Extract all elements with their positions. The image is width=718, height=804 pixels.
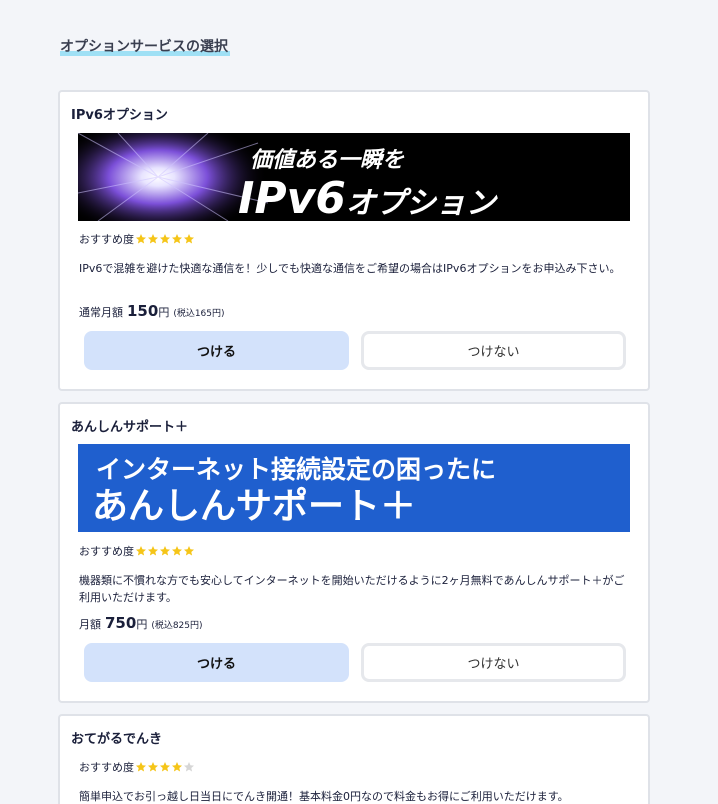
star-icon (184, 546, 194, 556)
star-icon (184, 762, 194, 772)
option-title: あんしんサポート＋ (71, 420, 189, 435)
skip-option-button[interactable]: つけない (361, 331, 626, 370)
option-card-otegaru-denki: おてがるでんき おすすめ度 簡単申込でお引っ越し日当日にでんき開通！基本料金0円… (58, 714, 650, 804)
price-unit: 円 (136, 618, 148, 631)
skip-option-button[interactable]: つけない (361, 643, 626, 682)
star-rating (135, 233, 195, 245)
option-description: 機器類に不慣れな方でも安心してインターネットを開始いただけるように2ヶ月無料であ… (79, 574, 625, 604)
option-price: 月額 750 円 (税込825円) (79, 614, 203, 632)
page-title: オプションサービスの選択 (60, 39, 230, 56)
add-option-button[interactable]: つける (84, 643, 349, 682)
recommend-rating: おすすめ度 (79, 231, 195, 247)
banner-line2-a: IPv6 (238, 173, 346, 221)
recommend-rating: おすすめ度 (79, 543, 195, 559)
star-icon (148, 234, 158, 244)
recommend-rating: おすすめ度 (79, 759, 195, 775)
option-title: おてがるでんき (71, 732, 163, 747)
star-icon (184, 234, 194, 244)
star-icon (160, 762, 170, 772)
star-icon (148, 762, 158, 772)
option-price: 通常月額 150 円 (税込165円) (79, 302, 225, 320)
banner-line1: インターネット接続設定の困ったに (96, 455, 496, 484)
star-icon (172, 762, 182, 772)
price-tax: (税込825円) (151, 621, 203, 631)
price-unit: 円 (158, 306, 170, 319)
star-icon (172, 546, 182, 556)
star-rating (135, 545, 195, 557)
banner-line2-b: オプション (346, 186, 498, 221)
star-icon (148, 546, 158, 556)
banner-line2: あんしんサポート＋ (92, 485, 416, 527)
star-icon (172, 234, 182, 244)
star-icon (160, 546, 170, 556)
price-amount: 150 (127, 302, 159, 320)
star-icon (136, 546, 146, 556)
add-option-button[interactable]: つける (84, 331, 349, 370)
star-rating (135, 761, 195, 773)
anshin-support-banner-image: インターネット接続設定の困ったに あんしんサポート＋ (78, 444, 630, 532)
option-card-anshin-support: あんしんサポート＋ インターネット接続設定の困ったに あんしんサポート＋ おすす… (58, 402, 650, 703)
option-description: IPv6で混雑を避けた快適な通信を！少しでも快適な通信をご希望の場合はIPv6オ… (79, 262, 621, 275)
option-title: IPv6オプション (71, 108, 168, 123)
option-card-ipv6: IPv6オプション 価値ある一瞬を IPv6オプション おすすめ度 IPv6で混… (58, 90, 650, 391)
price-amount: 750 (105, 614, 137, 632)
price-tax: (税込165円) (173, 309, 225, 319)
option-description: 簡単申込でお引っ越し日当日にでんき開通！基本料金0円なので料金もお得にご利用いた… (79, 790, 569, 803)
ipv6-banner-image: 価値ある一瞬を IPv6オプション (78, 133, 630, 221)
star-icon (136, 762, 146, 772)
star-icon (160, 234, 170, 244)
banner-line1: 価値ある一瞬を (250, 148, 405, 173)
star-icon (136, 234, 146, 244)
